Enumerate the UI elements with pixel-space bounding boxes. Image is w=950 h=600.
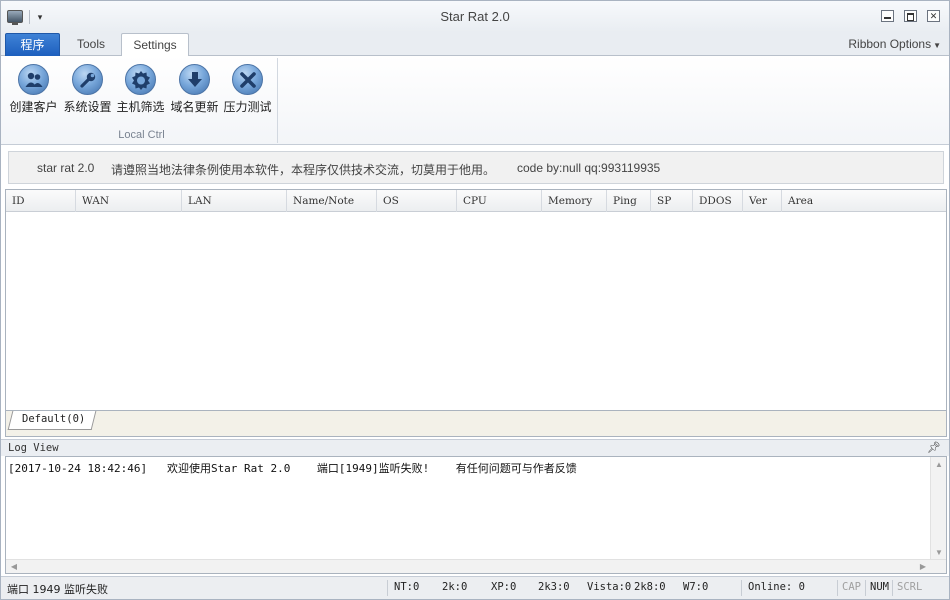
scroll-up-icon[interactable]: ▲	[932, 458, 946, 472]
close-button[interactable]: ✕	[927, 10, 940, 22]
status-bar: 端口 1949 监听失败 NT:0 2k:0 XP:0 2k3:0 Vista:…	[1, 576, 949, 599]
status-message: 端口 1949 监听失败	[7, 583, 108, 596]
ribbon-button-label: 主机筛选	[116, 100, 165, 114]
column-header-os[interactable]: OS	[377, 190, 457, 212]
pin-icon[interactable]: 📌︎	[927, 441, 941, 454]
tab-tools[interactable]: Tools	[63, 33, 119, 56]
domain-update-button[interactable]: 域名更新	[168, 62, 221, 117]
status-num-lock: NUM	[870, 581, 889, 593]
scroll-right-icon[interactable]: ▶	[916, 560, 930, 574]
table-header: ID WAN LAN Name/Note OS CPU Memory Ping …	[6, 190, 946, 212]
ribbon-button-label: 压力测试	[223, 100, 272, 114]
status-caps-lock: CAP	[842, 581, 861, 593]
scroll-down-icon[interactable]: ▼	[932, 546, 946, 560]
status-separator	[865, 580, 866, 596]
log-view[interactable]: [2017-10-24 18:42:46] 欢迎使用Star Rat 2.0 端…	[5, 456, 947, 574]
info-app-name: star rat 2.0	[37, 161, 95, 175]
status-2k-count: 2k:0	[442, 581, 468, 593]
ribbon-panel: 创建客户 系统设置 主机筛选 域名更新 压力测试 Local Ctrl	[1, 56, 949, 145]
status-nt-count: NT:0	[394, 581, 420, 593]
client-table[interactable]: ID WAN LAN Name/Note OS CPU Memory Ping …	[5, 189, 947, 411]
status-2k8-count: 2k8:0	[634, 581, 666, 593]
info-disclaimer: 请遵照当地法律条例使用本软件，本程序仅供技术交流，切莫用于他用。	[111, 163, 496, 177]
ribbon-button-label: 域名更新	[170, 100, 219, 114]
status-online-count: Online: 0	[748, 581, 805, 593]
status-vista-count: Vista:0	[587, 581, 632, 593]
tab-default-label: Default(0)	[22, 413, 86, 425]
group-tab-strip: Default(0)	[5, 411, 947, 437]
filter-badge-icon	[125, 64, 156, 95]
status-separator	[892, 580, 893, 596]
column-header-lan[interactable]: LAN	[182, 190, 287, 212]
info-bar: star rat 2.0 请遵照当地法律条例使用本软件，本程序仅供技术交流，切莫…	[8, 151, 944, 184]
users-icon	[18, 64, 49, 95]
column-header-sp[interactable]: SP	[651, 190, 693, 212]
status-separator	[741, 580, 742, 596]
ribbon-tab-bar: 程序 Tools Settings Ribbon Options ▼	[1, 32, 949, 57]
column-header-ddos[interactable]: DDOS	[693, 190, 743, 212]
ribbon-button-label: 创建客户	[9, 100, 58, 114]
scroll-left-icon[interactable]: ◀	[7, 560, 21, 574]
wrench-icon	[72, 64, 103, 95]
main-window: ▾ Star Rat 2.0 ✕ 程序 Tools Settings Ribbo…	[0, 0, 950, 600]
ribbon-group-local-ctrl: 创建客户 系统设置 主机筛选 域名更新 压力测试 Local Ctrl	[5, 58, 278, 143]
host-filter-button[interactable]: 主机筛选	[114, 62, 167, 117]
system-settings-button[interactable]: 系统设置	[61, 62, 114, 117]
chevron-down-icon: ▼	[933, 41, 941, 50]
log-view-title-bar: Log View 📌︎	[1, 439, 949, 456]
download-arrow-icon	[179, 64, 210, 95]
column-header-id[interactable]: ID	[6, 190, 76, 212]
create-client-button[interactable]: 创建客户	[7, 62, 60, 117]
tab-program[interactable]: 程序	[5, 33, 60, 56]
log-view-title: Log View	[8, 442, 59, 454]
maximize-button[interactable]	[904, 10, 917, 22]
column-header-wan[interactable]: WAN	[76, 190, 182, 212]
log-entry: [2017-10-24 18:42:46] 欢迎使用Star Rat 2.0 端…	[8, 462, 577, 475]
ribbon-options-button[interactable]: Ribbon Options ▼	[848, 37, 941, 51]
column-header-cpu[interactable]: CPU	[457, 190, 542, 212]
status-2k3-count: 2k3:0	[538, 581, 570, 593]
log-horizontal-scrollbar[interactable]: ◀ ▶	[6, 559, 946, 573]
log-vertical-scrollbar[interactable]: ▲ ▼	[930, 457, 946, 561]
window-title: Star Rat 2.0	[440, 9, 510, 24]
ribbon-group-label: Local Ctrl	[118, 129, 165, 141]
minimize-button[interactable]	[881, 10, 894, 22]
column-header-name-note[interactable]: Name/Note	[287, 190, 377, 212]
stress-test-button[interactable]: 压力测试	[221, 62, 274, 117]
tab-settings[interactable]: Settings	[121, 33, 189, 57]
status-scroll-lock: SCRL	[897, 581, 923, 593]
column-header-area[interactable]: Area	[782, 190, 946, 212]
status-w7-count: W7:0	[683, 581, 709, 593]
title-bar: ▾ Star Rat 2.0 ✕	[1, 1, 949, 32]
column-header-ping[interactable]: Ping	[607, 190, 651, 212]
info-author: code by:null qq:993119935	[517, 161, 661, 175]
status-separator	[387, 580, 388, 596]
status-separator	[837, 580, 838, 596]
ribbon-button-label: 系统设置	[63, 100, 112, 114]
column-header-memory[interactable]: Memory	[542, 190, 607, 212]
close-x-icon	[232, 64, 263, 95]
column-header-ver[interactable]: Ver	[743, 190, 782, 212]
ribbon-options-label: Ribbon Options	[848, 37, 932, 51]
status-xp-count: XP:0	[491, 581, 517, 593]
